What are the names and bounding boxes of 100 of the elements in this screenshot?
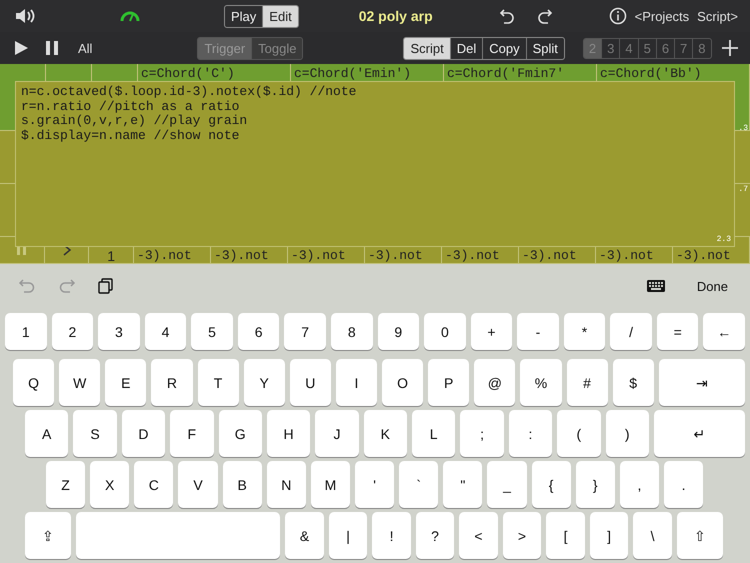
keyboard-key[interactable]: %	[520, 359, 562, 406]
action-button[interactable]: Del	[450, 38, 482, 58]
keyboard-key[interactable]: C	[134, 461, 174, 508]
all-button[interactable]: All	[78, 40, 92, 56]
undo-icon[interactable]	[498, 7, 515, 25]
keyboard-key[interactable]: .	[664, 461, 704, 508]
keyboard-key[interactable]: "	[443, 461, 482, 508]
keyboard-key[interactable]: 8	[330, 313, 372, 350]
keyboard-key[interactable]: X	[90, 461, 130, 508]
keyboard-key[interactable]: ?	[416, 512, 454, 559]
keyboard-key[interactable]: E	[105, 359, 146, 406]
keyboard-key[interactable]: &	[285, 512, 324, 559]
keyboard-key[interactable]: S	[73, 410, 117, 457]
keyboard-key[interactable]: }	[576, 461, 615, 508]
keyboard-key[interactable]: :	[508, 410, 552, 457]
keyboard-key[interactable]: )	[606, 410, 649, 457]
keyboard-key[interactable]: '	[354, 461, 394, 508]
cell-script-text[interactable]: -3).not	[676, 249, 731, 263]
keyboard-key[interactable]: \	[633, 512, 672, 559]
paste-icon[interactable]	[98, 278, 114, 294]
keyboard-key[interactable]: Y	[244, 359, 285, 406]
action-button[interactable]: Copy	[482, 38, 526, 58]
keyboard-key[interactable]: >	[502, 512, 542, 559]
cell-script-text[interactable]: -3).not	[599, 249, 654, 263]
keyboard-key[interactable]: =	[656, 313, 698, 350]
info-icon[interactable]	[608, 7, 627, 25]
done-button[interactable]: Done	[690, 278, 734, 294]
keyboard-key[interactable]: P	[428, 359, 470, 406]
shift-key[interactable]: ⇪	[25, 512, 72, 559]
keyboard-key[interactable]: R	[151, 359, 192, 406]
keyboard-key[interactable]: |	[328, 512, 368, 559]
keyboard-key[interactable]: ⇥	[658, 359, 746, 406]
cell-script-text[interactable]: -3).not	[137, 249, 192, 263]
keyboard-key[interactable]: 6	[238, 313, 280, 350]
keyboard-key[interactable]: ;	[460, 410, 504, 457]
keyboard-key[interactable]: I	[336, 359, 377, 406]
projects-link[interactable]: <Projects	[634, 8, 690, 24]
keyboard-key[interactable]: Z	[46, 461, 86, 508]
shift-key[interactable]: ⇧	[676, 512, 723, 559]
speaker-icon[interactable]	[14, 7, 36, 25]
keyboard-key[interactable]: D	[122, 410, 166, 457]
keyboard-key[interactable]: 5	[191, 313, 233, 350]
keyboard-key[interactable]: #	[566, 359, 608, 406]
keyboard-key[interactable]: W	[59, 359, 100, 406]
script-link[interactable]: Script>	[697, 8, 738, 24]
keyboard-key[interactable]: 9	[378, 313, 420, 350]
cell-script-text[interactable]: c=Chord('C')	[141, 66, 235, 81]
redo-icon[interactable]	[536, 7, 553, 25]
keyboard-key[interactable]: A	[25, 410, 68, 457]
keyboard-key[interactable]: K	[364, 410, 407, 457]
keyboard-key[interactable]: Q	[13, 359, 54, 406]
play-icon[interactable]	[14, 41, 28, 55]
script-editor-dialog[interactable]: n=c.octaved($.loop.id-3).notex($.id) //note r=n.ratio //pitch as a ratio s.grain(0,v,r,e) //play grain $.display=n.name //show note 2.3	[15, 81, 735, 247]
keyboard-key[interactable]: /	[610, 313, 652, 350]
keyboard-key[interactable]: ←	[703, 313, 745, 350]
keyboard-key[interactable]: 4	[144, 313, 186, 350]
cell-script-text[interactable]: -3).not	[214, 249, 269, 263]
keyboard-key[interactable]: ]	[590, 512, 628, 559]
keyboard-key[interactable]: G	[218, 410, 262, 457]
keyboard-key[interactable]: 3	[98, 313, 140, 350]
cell-script-text[interactable]: c=Chord('Fmin7'	[447, 66, 564, 81]
mode-tab[interactable]: Play	[225, 6, 262, 26]
keyboard-key[interactable]: 1	[5, 313, 47, 350]
keyboard-key[interactable]: (	[557, 410, 600, 457]
keyboard-key[interactable]: U	[290, 359, 331, 406]
keyboard-key[interactable]: [	[546, 512, 585, 559]
keyboard-key[interactable]: `	[399, 461, 438, 508]
keyboard-key[interactable]: *	[564, 313, 606, 350]
keyboard-key[interactable]: 7	[284, 313, 326, 350]
keyboard-key[interactable]: $	[612, 359, 654, 406]
keyboard-key[interactable]: M	[310, 461, 350, 508]
cell-script-text[interactable]: -3).not	[522, 249, 577, 263]
keyboard-key[interactable]: F	[170, 410, 214, 457]
keyboard-key[interactable]: V	[178, 461, 218, 508]
keyboard-key[interactable]: @	[474, 359, 516, 406]
keyboard-key[interactable]: B	[222, 461, 262, 508]
keyboard-key[interactable]: _	[487, 461, 527, 508]
keyboard-key[interactable]: !	[372, 512, 411, 559]
keyboard-key[interactable]: 2	[52, 313, 94, 350]
keyboard-key[interactable]: +	[470, 313, 512, 350]
keyboard-key[interactable]: ↵	[654, 410, 745, 457]
keyboard-key[interactable]: <	[459, 512, 498, 559]
keyboard-key[interactable]: -	[517, 313, 559, 350]
action-button[interactable]: Script	[404, 38, 450, 58]
keyboard-key[interactable]: J	[315, 410, 359, 457]
chevron-icon[interactable]	[62, 244, 72, 256]
keyboard-key[interactable]: O	[382, 359, 424, 406]
mode-tab[interactable]: Edit	[262, 6, 298, 26]
cell-script-text[interactable]: c=Chord('Bb')	[600, 66, 702, 81]
pause-icon[interactable]	[46, 41, 58, 55]
keyboard-key[interactable]: 0	[424, 313, 466, 350]
keyboard-key[interactable]: N	[266, 461, 306, 508]
cell-script-text[interactable]: -3).not	[368, 249, 423, 263]
cell-script-text[interactable]: -3).not	[291, 249, 346, 263]
cell-script-text[interactable]: -3).not	[445, 249, 500, 263]
keyboard-key[interactable]: T	[198, 359, 239, 406]
keyboard-key[interactable]: ,	[620, 461, 659, 508]
keyboard-key[interactable]: {	[532, 461, 571, 508]
cell-script-text[interactable]: c=Chord('Emin')	[294, 66, 412, 81]
keyboard-key[interactable]: L	[412, 410, 456, 457]
